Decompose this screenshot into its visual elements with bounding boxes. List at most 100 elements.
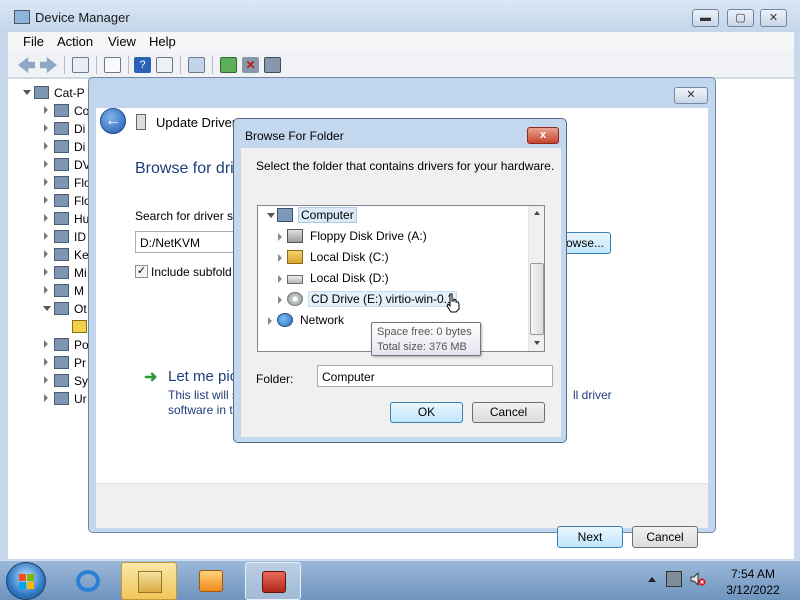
expand-arrow-icon[interactable]	[44, 160, 48, 168]
expand-arrow-icon[interactable]	[44, 286, 48, 294]
toolbar-separator	[212, 56, 213, 74]
disable-device-icon[interactable]	[264, 57, 281, 73]
driver-icon	[136, 114, 146, 130]
expand-arrow-icon[interactable]	[44, 124, 48, 132]
browse-for-folder-dialog: Browse For Folder x Select the folder th…	[233, 118, 567, 443]
system-disk-icon	[287, 250, 303, 264]
next-button[interactable]: Next	[557, 526, 623, 548]
cancel-button[interactable]: Cancel	[472, 402, 545, 423]
let-me-pick-link[interactable]: Let me pic	[168, 368, 237, 385]
device-category-label: Ke	[74, 248, 89, 262]
collapse-arrow-icon[interactable]	[267, 213, 275, 218]
device-category-icon	[54, 284, 69, 297]
menu-view[interactable]: View	[108, 34, 136, 49]
expand-arrow-icon[interactable]	[44, 340, 48, 348]
media-player-button[interactable]	[183, 562, 239, 600]
folder-icon	[138, 571, 162, 593]
show-hide-tree-icon[interactable]	[72, 57, 89, 73]
dialog-title: Browse For Folder	[245, 129, 344, 143]
tree-node-local-disk-c[interactable]: Local Disk (C:)	[278, 248, 518, 267]
toolbar-separator	[180, 56, 181, 74]
tree-node-label: Network	[300, 313, 345, 327]
help-icon[interactable]: ?	[134, 57, 151, 73]
close-button[interactable]: ✕	[760, 9, 787, 27]
menu-help[interactable]: Help	[149, 34, 176, 49]
tree-node-label: CD Drive (E:) virtio-win-0.1	[308, 291, 457, 307]
back-button[interactable]: ←	[100, 108, 126, 134]
internet-explorer-button[interactable]	[60, 562, 116, 600]
windows-explorer-button[interactable]	[121, 562, 177, 600]
device-category-icon	[54, 230, 69, 243]
device-category-icon	[54, 158, 69, 171]
tree-node-label: Local Disk (D:)	[310, 271, 389, 285]
maximize-button[interactable]: ▢	[727, 9, 754, 27]
expand-arrow-icon[interactable]	[44, 214, 48, 222]
collapse-arrow-icon[interactable]	[23, 90, 31, 95]
computer-icon	[277, 208, 293, 222]
device-category-icon	[54, 338, 69, 351]
expand-arrow-icon[interactable]	[278, 296, 282, 304]
ok-button[interactable]: OK	[390, 402, 463, 423]
tooltip-space-free: Space free: 0 bytes	[377, 326, 472, 338]
expand-arrow-icon[interactable]	[44, 358, 48, 366]
vertical-scrollbar[interactable]	[528, 206, 544, 351]
device-category-icon	[54, 176, 69, 189]
volume-muted-icon[interactable]	[690, 571, 706, 587]
clock-time[interactable]: 7:54 AM	[712, 567, 794, 581]
device-category-icon	[54, 356, 69, 369]
expand-arrow-icon[interactable]	[44, 106, 48, 114]
expand-arrow-icon[interactable]	[44, 394, 48, 402]
expand-arrow-icon[interactable]	[44, 196, 48, 204]
properties-icon[interactable]	[104, 57, 121, 73]
tree-node-floppy[interactable]: Floppy Disk Drive (A:)	[278, 227, 518, 246]
expand-arrow-icon[interactable]	[278, 254, 282, 262]
network-status-icon[interactable]	[666, 571, 682, 587]
expand-arrow-icon[interactable]	[44, 142, 48, 150]
computer-icon	[34, 86, 49, 99]
expand-arrow-icon[interactable]	[44, 376, 48, 384]
expand-arrow-icon[interactable]	[278, 233, 282, 241]
device-category-icon	[54, 392, 69, 405]
expand-arrow-icon[interactable]	[44, 178, 48, 186]
collapse-arrow-icon[interactable]	[43, 306, 51, 311]
clock-date[interactable]: 3/12/2022	[712, 583, 794, 597]
scan-hardware-icon[interactable]	[188, 57, 205, 73]
scrollbar-thumb[interactable]	[530, 263, 544, 335]
driver-path-input[interactable]: D:/NetKVM	[135, 231, 235, 253]
wizard-heading: Browse for dri	[135, 160, 234, 177]
update-driver-icon[interactable]	[220, 57, 237, 73]
expand-arrow-icon[interactable]	[44, 268, 48, 276]
tree-node-cd-drive[interactable]: CD Drive (E:) virtio-win-0.1	[278, 290, 518, 309]
view-icon[interactable]	[156, 57, 173, 73]
uninstall-icon[interactable]: ✕	[242, 57, 259, 73]
expand-arrow-icon[interactable]	[268, 317, 272, 325]
folder-input[interactable]: Computer	[317, 365, 553, 387]
tree-node-computer[interactable]: Computer	[267, 206, 518, 225]
include-subfolders-checkbox[interactable]: ✓	[135, 265, 148, 278]
floppy-drive-icon	[287, 229, 303, 243]
expand-arrow-icon[interactable]	[278, 275, 282, 283]
forward-arrow-icon[interactable]	[40, 57, 57, 73]
device-manager-taskbar-button[interactable]	[245, 562, 301, 600]
tree-node-local-disk-d[interactable]: Local Disk (D:)	[278, 269, 518, 288]
show-hidden-icons-icon[interactable]	[648, 577, 656, 582]
menu-file[interactable]: File	[23, 34, 44, 49]
cancel-button[interactable]: Cancel	[632, 526, 698, 548]
menu-bar: File Action View Help	[8, 32, 794, 52]
menu-action[interactable]: Action	[57, 34, 93, 49]
device-category-label: Ot	[74, 302, 87, 316]
wizard-close-button[interactable]: ✕	[674, 87, 708, 104]
toolbox-icon	[262, 571, 286, 593]
cd-drive-icon	[287, 292, 303, 306]
expand-arrow-icon[interactable]	[44, 232, 48, 240]
scroll-down-arrow-icon[interactable]	[534, 341, 540, 345]
back-arrow-icon[interactable]	[18, 57, 35, 73]
minimize-button[interactable]: ▬	[692, 9, 719, 27]
expand-arrow-icon[interactable]	[44, 250, 48, 258]
scroll-up-arrow-icon[interactable]	[534, 211, 540, 215]
toolbar: ? ✕	[8, 52, 794, 78]
dialog-close-button[interactable]: x	[527, 127, 559, 144]
device-category-label: Pr	[74, 356, 86, 370]
device-category-label: M	[74, 284, 84, 298]
start-button[interactable]	[6, 562, 46, 600]
